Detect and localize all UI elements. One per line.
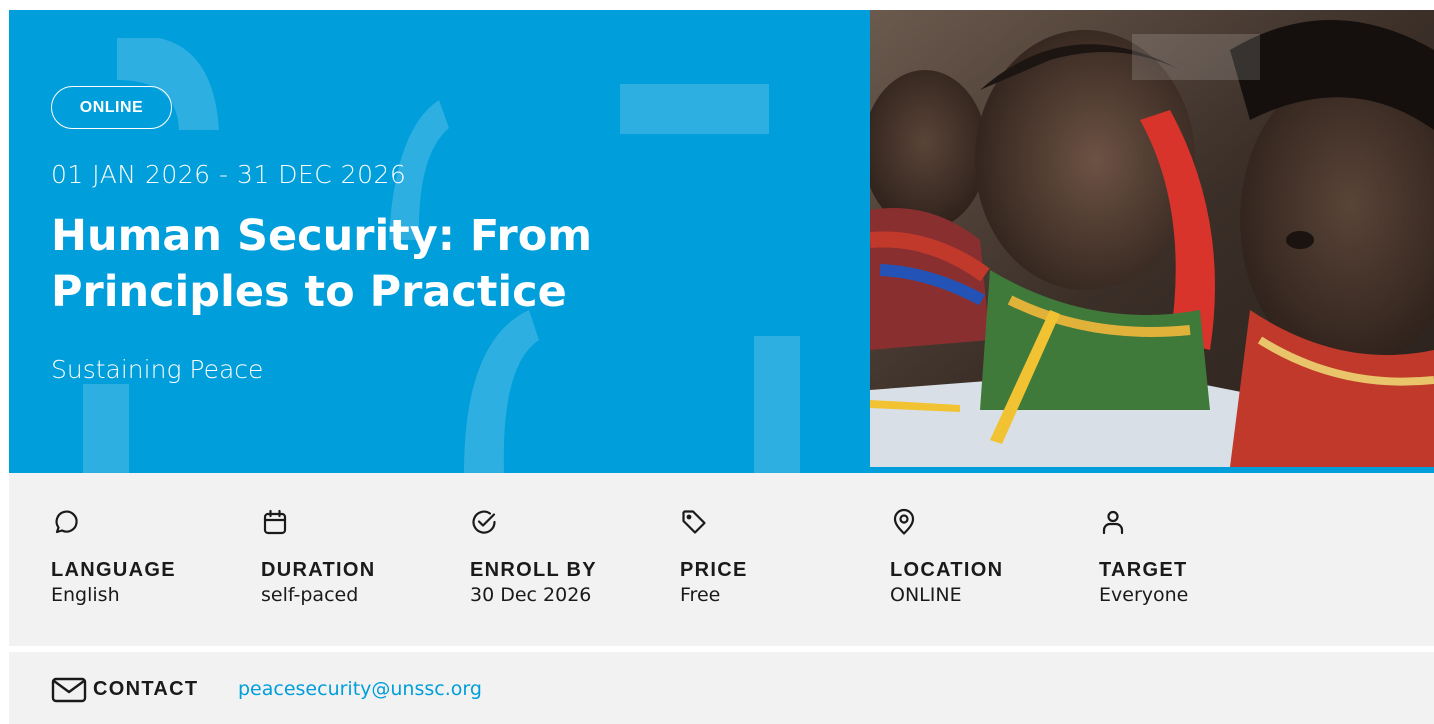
page-title: Human Security: From Principles to Pract… — [51, 211, 593, 317]
envelope-icon — [51, 677, 87, 703]
course-hero: ONLINE 01 JAN 2026 - 31 DEC 2026 Human S… — [9, 10, 1434, 473]
info-value: Free — [680, 584, 721, 606]
location-pin-icon — [893, 508, 915, 535]
info-duration: DURATION self-paced — [261, 508, 461, 607]
info-value: Everyone — [1099, 584, 1189, 606]
info-label: TARGET — [1099, 559, 1188, 581]
info-target: TARGET Everyone — [1099, 508, 1299, 607]
delivery-badge: ONLINE — [51, 86, 172, 129]
info-location: LOCATION ONLINE — [890, 508, 1090, 607]
person-icon — [1102, 510, 1124, 535]
info-label: LANGUAGE — [51, 559, 176, 581]
info-label: DURATION — [261, 559, 376, 581]
calendar-icon — [263, 509, 287, 535]
course-dates: 01 JAN 2026 - 31 DEC 2026 — [51, 160, 407, 189]
course-subtitle: Sustaining Peace — [51, 355, 264, 384]
hero-photo — [870, 10, 1434, 467]
photo-illustration — [870, 10, 1434, 467]
check-circle-icon — [472, 510, 496, 534]
info-price: PRICE Free — [680, 508, 880, 607]
contact-label: CONTACT — [93, 678, 199, 700]
info-value: 30 Dec 2026 — [470, 584, 592, 606]
contact-email-link[interactable]: peacesecurity@unssc.org — [238, 678, 482, 700]
info-label: PRICE — [680, 559, 748, 581]
info-language: LANGUAGE English — [51, 508, 251, 607]
chat-bubble-icon — [55, 510, 78, 534]
info-value: self-paced — [261, 584, 359, 606]
course-info-bar: LANGUAGE English DURATION self-paced ENR… — [9, 473, 1434, 646]
info-enroll-by: ENROLL BY 30 Dec 2026 — [470, 508, 670, 607]
info-value: English — [51, 584, 120, 606]
contact-bar: CONTACT peacesecurity@unssc.org — [9, 652, 1434, 724]
price-tag-icon — [682, 510, 706, 534]
hero-banner: ONLINE 01 JAN 2026 - 31 DEC 2026 Human S… — [9, 10, 870, 473]
info-label: LOCATION — [890, 559, 1004, 581]
info-value: ONLINE — [890, 584, 962, 606]
info-label: ENROLL BY — [470, 559, 597, 581]
